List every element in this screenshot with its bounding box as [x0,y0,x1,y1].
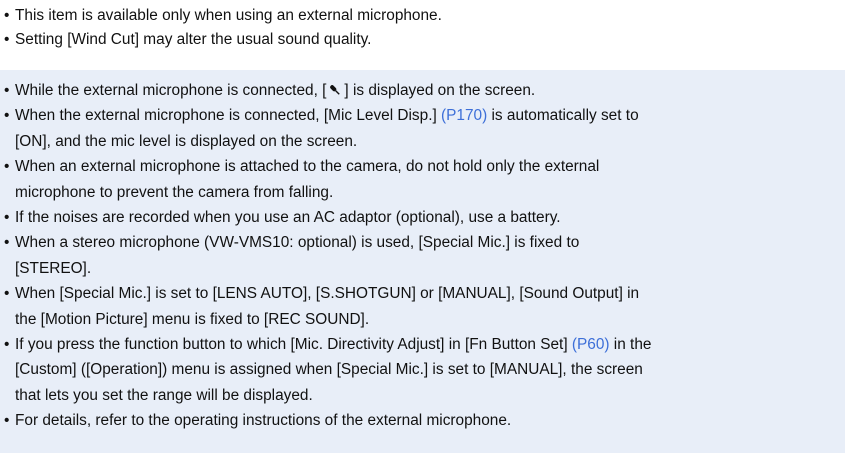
box-item-continuation: microphone to prevent the camera from fa… [15,183,334,201]
box-item-continuation: [ON], and the mic level is displayed on … [15,132,358,150]
box-item-continuation: that lets you set the range will be disp… [15,386,313,404]
bullet: • [4,107,10,125]
box-item-text: When [Special Mic.] is set to [LENS AUTO… [15,285,640,303]
box-item-text: ] is displayed on the screen. [344,82,536,99]
box-item-text: For details, refer to the operating inst… [15,412,512,430]
bullet: • [4,412,10,430]
box-item-text: While the external microphone is connect… [15,82,327,99]
box-item-text: If the noises are recorded when you use … [15,208,561,226]
box-item-continuation: the [Motion Picture] menu is fixed to [R… [15,310,370,328]
box-item: • While the external microphone is connec… [4,78,839,103]
note-item: • This item is available only when using … [4,4,834,28]
box-item: • When [Special Mic.] is set to [LENS AUT… [4,281,839,306]
box-item: • For details, refer to the operating ins… [4,408,839,433]
bullet: • [4,335,10,353]
page-link-p170[interactable]: (P170) [441,107,487,124]
bullet: • [4,158,10,176]
box-item-text: in the [609,335,652,353]
bullet: • [4,82,10,99]
note-text: This item is available only when using a… [15,7,442,24]
bullet: • [4,285,10,303]
box-item: • If the noises are recorded when you use… [4,205,839,230]
bullet: • [4,7,10,24]
box-item-continuation: [STEREO]. [15,259,92,277]
box-item-text: When an external microphone is attached … [15,158,600,176]
microphone-icon [328,80,342,95]
box-item-text: is automatically set to [487,107,639,125]
notes-box: • While the external microphone is connec… [0,70,845,453]
note-item: • Setting [Wind Cut] may alter the usual … [4,28,834,52]
box-item-continuation: [Custom] ([Operation]) menu is assigned … [15,361,643,379]
bullet: • [4,31,10,48]
box-item-text: If you press the function button to whic… [15,335,572,353]
notes-list: • This item is available only when using … [4,4,834,52]
note-text: Setting [Wind Cut] may alter the usual s… [15,31,372,48]
notes-box-list: • While the external microphone is connec… [4,78,839,433]
page-link-p60[interactable]: (P60) [572,336,610,353]
box-item-text: When a stereo microphone (VW-VMS10: opti… [15,234,580,252]
bullet: • [4,208,10,226]
box-item: • When an external microphone is attached… [4,154,839,179]
box-item: • If you press the function button to whi… [4,332,839,357]
bullet: • [4,234,10,252]
box-item: • When a stereo microphone (VW-VMS10: opt… [4,230,839,255]
box-item-text: When the external microphone is connecte… [15,107,442,125]
box-item: • When the external microphone is connect… [4,103,839,128]
